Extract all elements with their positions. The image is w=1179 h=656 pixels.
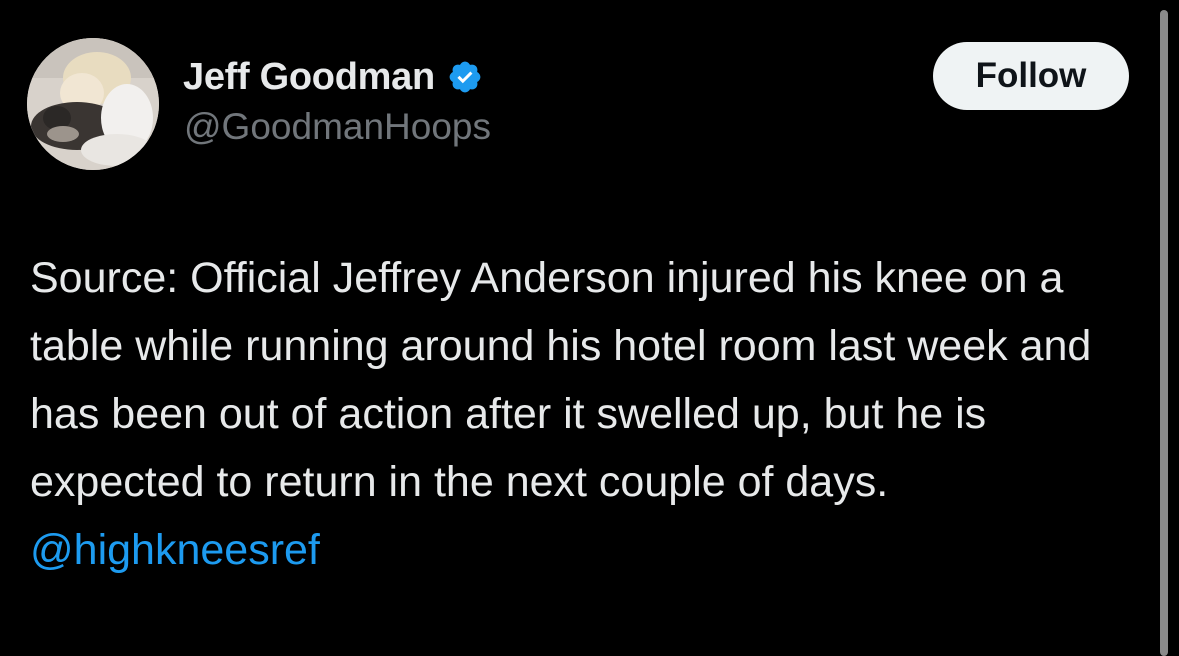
author-name-row: Jeff Goodman: [183, 54, 483, 100]
mention-link[interactable]: @highkneesref: [30, 526, 320, 574]
tweet-body: Source: Official Jeffrey Anderson injure…: [30, 254, 1092, 506]
scrollbar[interactable]: [1160, 10, 1168, 656]
follow-button[interactable]: Follow: [933, 42, 1129, 110]
profile-photo-icon: [27, 38, 159, 170]
author-display-name[interactable]: Jeff Goodman: [183, 56, 435, 99]
author-avatar[interactable]: [27, 38, 159, 170]
author-handle[interactable]: @GoodmanHoops: [184, 106, 491, 148]
tweet-card: Jeff Goodman @GoodmanHoops Follow Source…: [0, 0, 1179, 656]
verified-badge-icon[interactable]: [447, 59, 483, 95]
tweet-text: Source: Official Jeffrey Anderson injure…: [30, 244, 1155, 584]
